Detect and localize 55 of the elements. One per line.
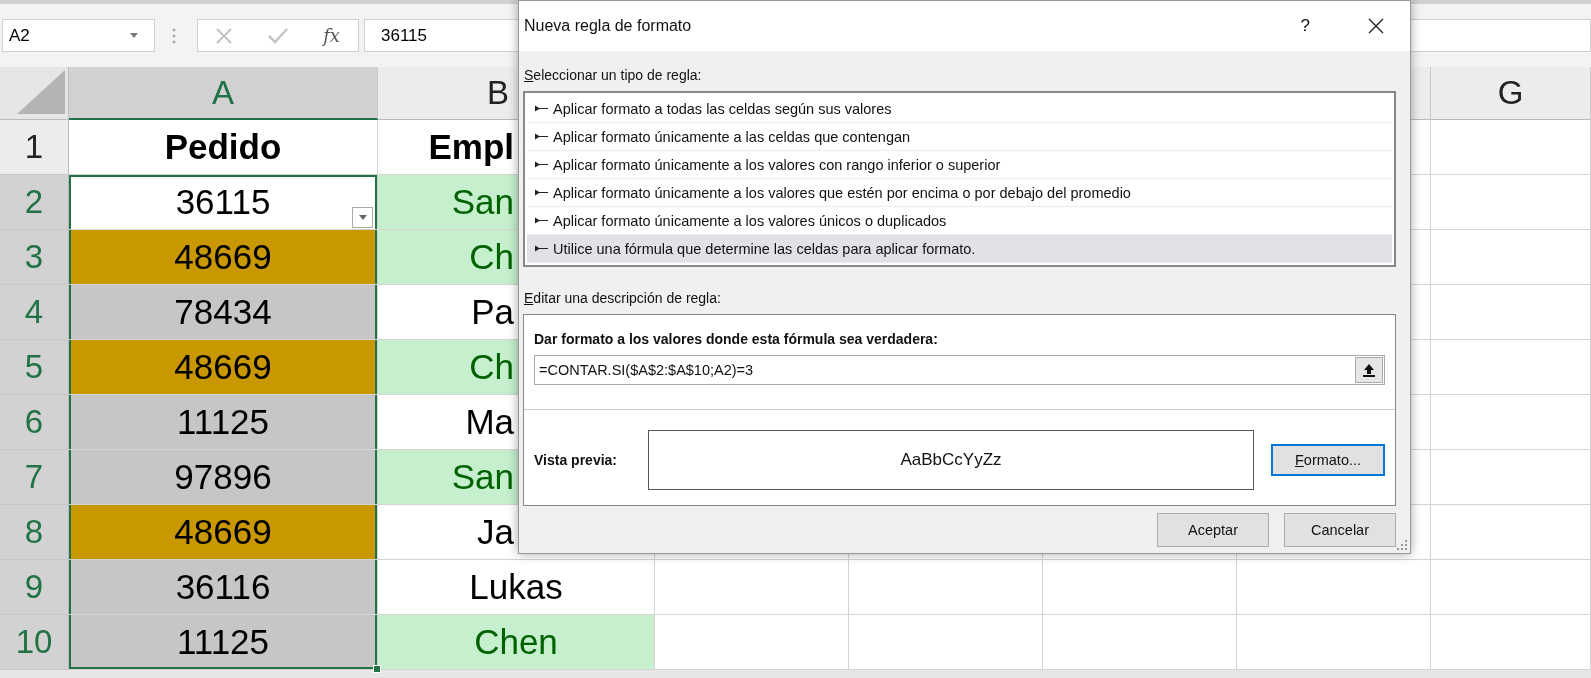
- row-header[interactable]: 5: [0, 340, 69, 395]
- rule-type-item[interactable]: Aplicar formato únicamente a los valores que estén por encima o por debajo del promedio: [527, 179, 1392, 207]
- rule-type-item[interactable]: Aplicar formato únicamente a los valores con rango inferior o superior: [527, 151, 1392, 179]
- close-icon[interactable]: [1368, 18, 1384, 34]
- table-cell: 36116: [69, 560, 378, 615]
- table-cell: Lukas: [378, 560, 655, 615]
- row-header[interactable]: 9: [0, 560, 69, 615]
- table-cell: 48669: [69, 505, 378, 560]
- fill-handle[interactable]: [373, 665, 381, 673]
- table-cell: Pedido: [69, 120, 378, 175]
- arrow-icon: [535, 133, 548, 140]
- insert-function-button[interactable]: fx: [323, 25, 340, 46]
- arrow-icon: [535, 161, 548, 168]
- table-cell: 78434: [69, 285, 378, 340]
- up-arrow-icon: [1363, 363, 1375, 377]
- column-header[interactable]: A: [69, 67, 378, 120]
- formula-input[interactable]: =CONTAR.SI($A$2:$A$10;A2)=3: [534, 355, 1385, 385]
- rule-type-item[interactable]: Aplicar formato a todas las celdas según sus valores: [527, 95, 1392, 123]
- collapse-button[interactable]: [1355, 357, 1383, 383]
- arrow-icon: [535, 217, 548, 224]
- arrow-icon: [535, 245, 548, 252]
- grip-icon: [172, 27, 176, 44]
- row-header[interactable]: 4: [0, 285, 69, 340]
- table-cell: 11125: [69, 615, 378, 670]
- row-header[interactable]: 6: [0, 395, 69, 450]
- name-box[interactable]: A2: [2, 19, 155, 52]
- row-header[interactable]: 3: [0, 230, 69, 285]
- resize-grip-icon[interactable]: [1397, 540, 1407, 550]
- arrow-icon: [535, 105, 548, 112]
- row-header[interactable]: 2: [0, 175, 69, 230]
- table-cell: 48669: [69, 230, 378, 285]
- row-header[interactable]: 10: [0, 615, 69, 670]
- dropdown-button[interactable]: [352, 207, 373, 228]
- row-header[interactable]: 8: [0, 505, 69, 560]
- arrow-icon: [535, 189, 548, 196]
- format-button[interactable]: Formato...: [1271, 444, 1385, 476]
- preview-label: Vista previa:: [534, 452, 618, 468]
- rule-type-item[interactable]: Aplicar formato únicamente a las celdas que contengan: [527, 123, 1392, 151]
- cancel-button[interactable]: Cancelar: [1284, 513, 1396, 547]
- check-icon[interactable]: [267, 27, 288, 44]
- table-cell: 48669: [69, 340, 378, 395]
- table-cell: 36115: [69, 175, 378, 230]
- ok-button[interactable]: Aceptar: [1157, 513, 1269, 547]
- row-header[interactable]: 1: [0, 120, 69, 175]
- help-button[interactable]: ?: [1300, 16, 1310, 36]
- row-header[interactable]: 7: [0, 450, 69, 505]
- rule-type-item[interactable]: Utilice una fórmula que determine las celdas para aplicar formato.: [527, 235, 1392, 263]
- preview-box: AaBbCcYyZz: [648, 430, 1254, 490]
- table-cell: 11125: [69, 395, 378, 450]
- caret-icon: [130, 33, 138, 38]
- table-cell: 97896: [69, 450, 378, 505]
- dialog-title: Nueva regla de formato: [524, 17, 693, 35]
- column-header[interactable]: G: [1431, 67, 1591, 120]
- table-cell: Chen: [378, 615, 655, 670]
- caret-icon: [358, 215, 367, 220]
